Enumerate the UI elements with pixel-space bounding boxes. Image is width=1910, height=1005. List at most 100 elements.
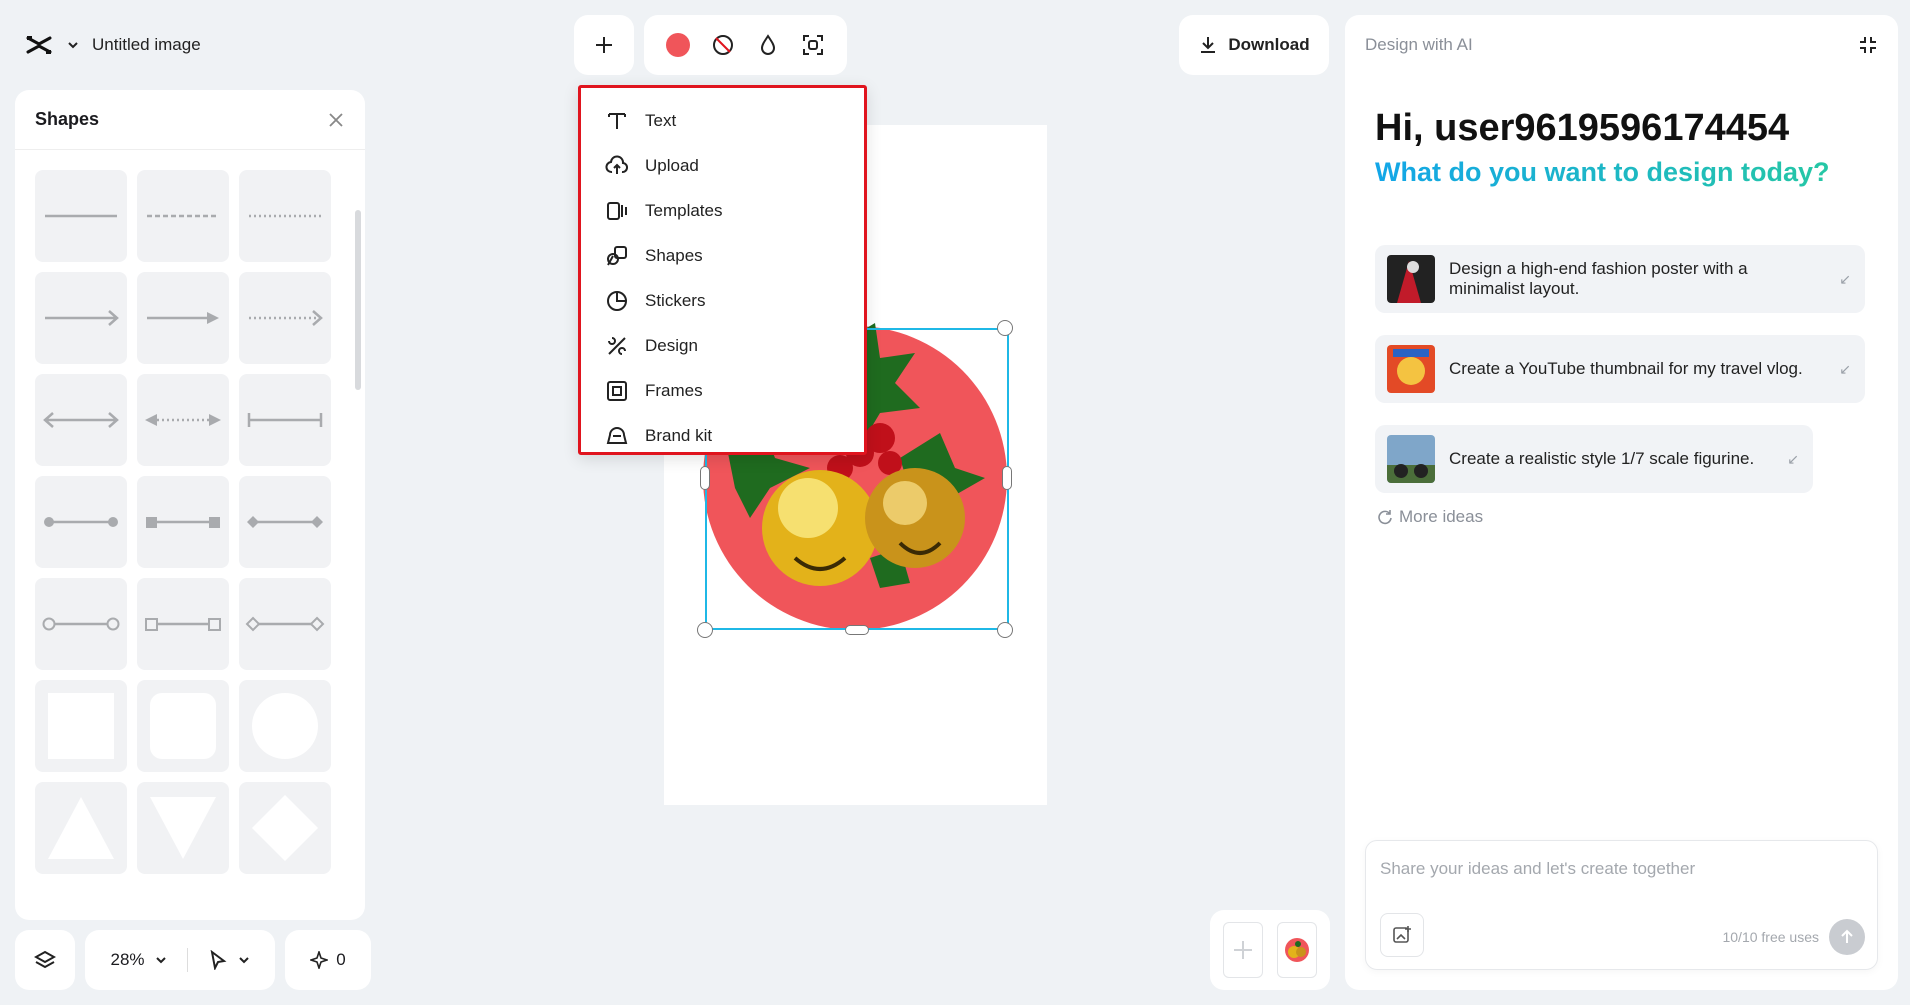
focus-frame-icon bbox=[802, 35, 823, 55]
menu-item-stickers[interactable]: Stickers bbox=[581, 278, 864, 323]
element-toolbar bbox=[644, 15, 847, 75]
document-title[interactable]: Untitled image bbox=[92, 35, 201, 55]
shape-line-open-squares[interactable] bbox=[137, 578, 229, 670]
shape-rounded-square[interactable] bbox=[137, 680, 229, 772]
download-icon bbox=[1201, 37, 1216, 53]
plus-icon bbox=[1234, 941, 1252, 959]
close-icon[interactable] bbox=[327, 111, 345, 129]
suggestion-thumbnail bbox=[1387, 255, 1435, 303]
drop-icon bbox=[760, 34, 775, 55]
zoom-value[interactable]: 28% bbox=[110, 950, 144, 970]
suggestion-card[interactable]: Design a high-end fashion poster with a … bbox=[1375, 245, 1865, 313]
menu-item-frames[interactable]: Frames bbox=[581, 368, 864, 413]
arrow-icon: ↙ bbox=[1839, 271, 1851, 287]
shape-line-squares[interactable] bbox=[137, 476, 229, 568]
ai-panel: Design with AI Hi, user9619596174454 Wha… bbox=[1345, 15, 1898, 990]
page-strip bbox=[1210, 910, 1330, 990]
add-button[interactable] bbox=[574, 15, 634, 75]
shape-diamond[interactable] bbox=[239, 782, 331, 874]
opacity-button[interactable] bbox=[753, 30, 783, 60]
menu-item-label: Text bbox=[645, 110, 677, 130]
menu-item-text[interactable]: Text bbox=[581, 98, 864, 143]
resize-handle[interactable] bbox=[1002, 466, 1012, 490]
resize-handle[interactable] bbox=[845, 625, 869, 635]
shape-line-endcaps[interactable] bbox=[239, 374, 331, 466]
credits-button[interactable]: 0 bbox=[285, 930, 371, 990]
zoom-controls: 28% bbox=[85, 930, 275, 990]
pointer-icon[interactable] bbox=[208, 950, 228, 970]
suggestion-card[interactable]: Create a YouTube thumbnail for my travel… bbox=[1375, 335, 1865, 403]
menu-item-upload[interactable]: Upload bbox=[581, 143, 864, 188]
chevron-down-icon[interactable] bbox=[66, 38, 80, 52]
shape-triangle-down[interactable] bbox=[137, 782, 229, 874]
menu-item-templates[interactable]: Templates bbox=[581, 188, 864, 233]
shape-line-diamonds[interactable] bbox=[239, 476, 331, 568]
fill-color-button[interactable] bbox=[663, 30, 693, 60]
chevron-down-icon[interactable] bbox=[238, 954, 250, 966]
add-image-button[interactable] bbox=[1380, 913, 1424, 957]
shape-arrow-filled[interactable] bbox=[137, 272, 229, 364]
resize-handle[interactable] bbox=[997, 622, 1013, 638]
shape-line-dotted[interactable] bbox=[239, 170, 331, 262]
shape-arrow-double[interactable] bbox=[35, 374, 127, 466]
resize-handle[interactable] bbox=[997, 320, 1013, 336]
app-header: Untitled image bbox=[10, 14, 240, 76]
collapse-icon[interactable] bbox=[1858, 35, 1878, 55]
prompt-input[interactable] bbox=[1380, 859, 1850, 879]
layers-button[interactable] bbox=[15, 930, 75, 990]
ai-panel-title: Design with AI bbox=[1365, 35, 1473, 54]
menu-item-shapes[interactable]: Shapes bbox=[581, 233, 864, 278]
shape-arrow-double-dotted[interactable] bbox=[137, 374, 229, 466]
shape-arrow-dotted[interactable] bbox=[239, 272, 331, 364]
suggestion-card[interactable]: Create a realistic style 1/7 scale figur… bbox=[1375, 425, 1813, 493]
shapes-icon bbox=[607, 245, 627, 265]
shape-line-dots[interactable] bbox=[35, 476, 127, 568]
free-uses-counter: 10/10 free uses bbox=[1722, 929, 1819, 945]
shapes-panel: Shapes bbox=[15, 90, 365, 920]
download-button[interactable]: Download bbox=[1179, 15, 1329, 75]
shape-triangle[interactable] bbox=[35, 782, 127, 874]
greeting-subtitle: What do you want to design today? bbox=[1375, 157, 1830, 187]
shape-line-open-dots[interactable] bbox=[35, 578, 127, 670]
shapes-scrollbar[interactable] bbox=[355, 210, 361, 390]
add-menu: Text Upload Templates Shapes Stickers De… bbox=[578, 85, 867, 455]
shapes-panel-header: Shapes bbox=[15, 90, 365, 150]
send-button[interactable] bbox=[1829, 919, 1865, 955]
shape-square[interactable] bbox=[35, 680, 127, 772]
shapes-grid bbox=[35, 170, 331, 874]
stickers-icon bbox=[607, 290, 628, 311]
text-icon bbox=[608, 112, 626, 129]
color-swatch-icon bbox=[666, 33, 691, 57]
shape-line-dashed[interactable] bbox=[137, 170, 229, 262]
menu-item-design[interactable]: Design bbox=[581, 323, 864, 368]
menu-item-brand-kit[interactable]: Brand kit bbox=[581, 413, 864, 458]
chevron-down-icon[interactable] bbox=[155, 954, 167, 966]
no-fill-icon bbox=[713, 35, 734, 55]
arrow-icon: ↙ bbox=[1787, 451, 1799, 467]
download-label: Download bbox=[1228, 35, 1310, 54]
shape-circle[interactable] bbox=[239, 680, 331, 772]
frames-icon bbox=[607, 380, 627, 401]
upload-icon bbox=[605, 155, 629, 174]
suggestion-text: Create a YouTube thumbnail for my travel… bbox=[1449, 359, 1803, 378]
resize-handle[interactable] bbox=[700, 466, 710, 490]
shape-arrow-open[interactable] bbox=[35, 272, 127, 364]
greeting: Hi, user9619596174454 bbox=[1375, 107, 1790, 149]
page-thumbnail-image bbox=[1285, 938, 1309, 962]
page-thumbnail[interactable] bbox=[1277, 922, 1317, 978]
brand-kit-icon bbox=[606, 426, 628, 444]
remove-background-button[interactable] bbox=[708, 30, 738, 60]
design-icon bbox=[608, 336, 626, 355]
shape-line-open-diamonds[interactable] bbox=[239, 578, 331, 670]
resize-handle[interactable] bbox=[697, 622, 713, 638]
sparkle-icon bbox=[310, 951, 329, 969]
refresh-icon bbox=[1378, 510, 1392, 525]
crop-button[interactable] bbox=[798, 30, 828, 60]
more-ideas-button[interactable]: More ideas bbox=[1377, 507, 1483, 527]
add-page-button[interactable] bbox=[1223, 922, 1263, 978]
capcut-logo-icon[interactable] bbox=[24, 30, 54, 60]
shapes-panel-title: Shapes bbox=[35, 109, 100, 129]
layers-icon bbox=[34, 950, 56, 969]
credits-count: 0 bbox=[336, 950, 346, 969]
shape-line-solid[interactable] bbox=[35, 170, 127, 262]
